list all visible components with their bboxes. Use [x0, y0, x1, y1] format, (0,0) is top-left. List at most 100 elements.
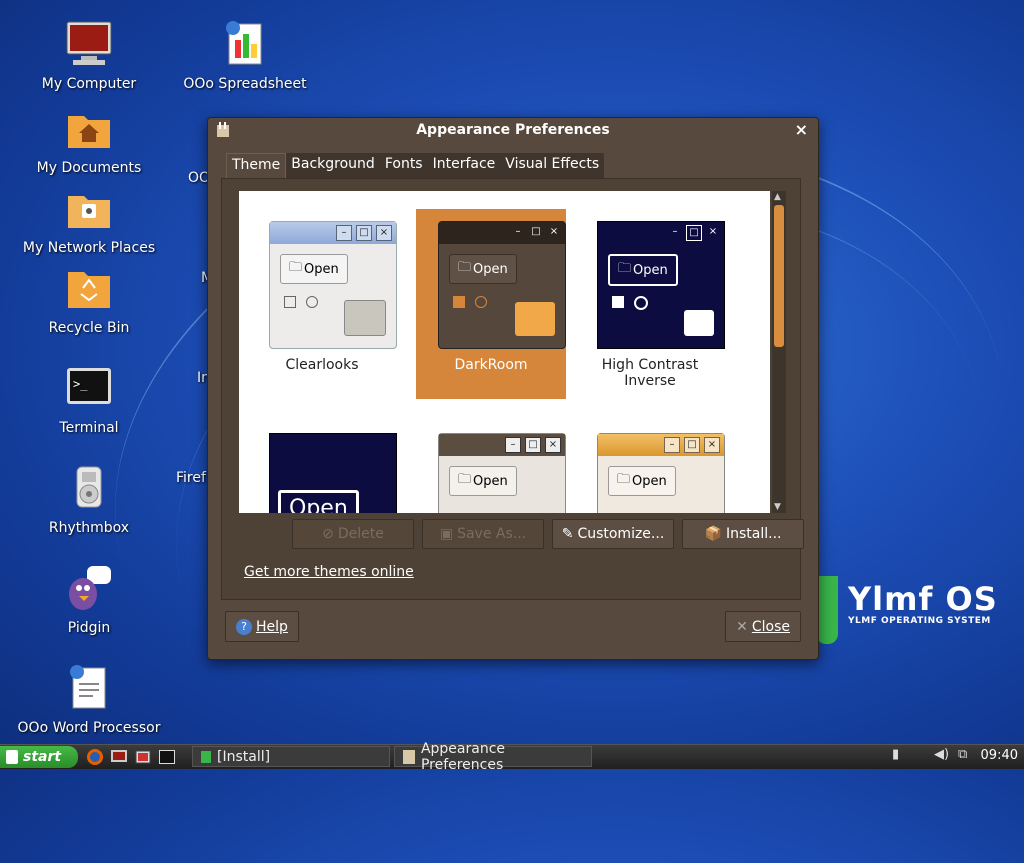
recycle-bin-icon — [68, 272, 110, 308]
folder-icon: 🗀 — [289, 260, 303, 275]
desktop-icon-my-documents[interactable]: My Documents — [14, 104, 164, 176]
preferences-icon — [403, 749, 415, 764]
desktop-icon-terminal[interactable]: >_ Terminal — [14, 364, 164, 436]
delete-button[interactable]: ⊘ Delete — [292, 519, 414, 549]
install-label: Install... — [725, 526, 782, 542]
theme-label: High Contrast Inverse — [601, 357, 699, 389]
folder-icon — [684, 310, 714, 336]
install-task-icon — [201, 750, 211, 763]
theme-preview: – □ × 🗀 Open — [269, 221, 397, 349]
show-desktop-icon[interactable] — [110, 748, 128, 766]
brand-title: Ylmf OS — [848, 580, 998, 618]
theme-list-scrollbar[interactable]: ▲ ▼ — [772, 191, 786, 513]
theme-item-clearlooks[interactable]: – □ × 🗀 Open Clearlooks — [247, 209, 397, 399]
theme-preview: – □ × 🗀 Open — [438, 433, 566, 513]
task-label: [Install] — [217, 748, 271, 765]
tab-visual-effects[interactable]: Visual Effects — [500, 153, 604, 178]
desktop-icon-label: Rhythmbox — [48, 520, 130, 536]
desktop-icon-my-computer[interactable]: My Computer — [14, 20, 164, 92]
clipboard-tray-icon[interactable]: ▮ — [892, 747, 899, 762]
window-switcher-icon[interactable] — [134, 748, 152, 766]
taskbar: start [Install] Appearance Preferences ▮… — [0, 741, 1024, 773]
desktop-icon-ooo-spreadsheet[interactable]: OOo Spreadsheet — [170, 20, 320, 92]
preview-window-buttons: – □ × — [668, 225, 720, 241]
package-icon: 📦 — [704, 526, 722, 542]
theme-preview: Open — [269, 433, 397, 513]
tab-interface[interactable]: Interface — [428, 153, 501, 178]
window-titlebar[interactable]: Appearance Preferences × — [208, 118, 818, 142]
help-button[interactable]: ? Help — [225, 611, 299, 642]
help-icon: ? — [236, 618, 252, 635]
desktop-icon-my-network-places[interactable]: My Network Places — [14, 184, 164, 256]
save-as-button[interactable]: ▣ Save As... — [422, 519, 544, 549]
desktop-icon-ooo-word-processor[interactable]: OOo Word Processor — [14, 664, 164, 736]
desktop-icon-recycle-bin[interactable]: Recycle Bin — [14, 264, 164, 336]
preview-radio — [634, 296, 648, 310]
tab-background[interactable]: Background — [286, 153, 380, 178]
preview-radio — [475, 296, 487, 308]
desktop-icon-label: My Documents — [36, 160, 142, 176]
close-button[interactable]: ✕ Close — [725, 611, 801, 642]
theme-label: DarkRoom — [454, 357, 528, 373]
scroll-up-icon[interactable]: ▲ — [774, 192, 781, 202]
close-icon: ✕ — [736, 618, 748, 635]
start-button[interactable]: start — [0, 746, 78, 768]
ylmf-logo-mark — [816, 576, 838, 644]
firefox-icon[interactable] — [86, 748, 104, 766]
volume-tray-icon[interactable]: ◀) — [934, 747, 949, 762]
tab-fonts[interactable]: Fonts — [380, 153, 428, 178]
taskbar-task-install[interactable]: [Install] — [192, 746, 390, 767]
theme-preview: – □ × 🗀 Open — [597, 433, 725, 513]
theme-item[interactable]: Open — [247, 421, 397, 513]
spreadsheet-icon — [226, 21, 262, 65]
save-as-label: Save As... — [457, 526, 527, 542]
folder-icon — [515, 302, 555, 336]
install-button[interactable]: 📦 Install... — [682, 519, 804, 549]
theme-preview: – □ × 🗀 Open — [597, 221, 725, 349]
theme-item[interactable]: – □ × 🗀 Open — [416, 421, 566, 513]
save-icon: ▣ — [439, 526, 454, 542]
desktop-icon-pidgin[interactable]: Pidgin — [14, 564, 164, 636]
preview-window-buttons: – □ × — [664, 437, 720, 453]
customize-label: Customize... — [577, 526, 665, 542]
scroll-down-icon[interactable]: ▼ — [774, 502, 781, 512]
terminal-icon[interactable] — [158, 748, 176, 766]
clock[interactable]: 09:40 — [981, 748, 1018, 763]
preview-window-buttons: – □ × — [505, 437, 561, 453]
preview-radio — [306, 296, 318, 308]
folder-icon: 🗀 — [458, 260, 472, 275]
word-processor-icon — [70, 665, 106, 709]
desktop-icon-label: OOo Word Processor — [17, 720, 161, 736]
preview-checkbox — [612, 296, 624, 308]
tab-theme[interactable]: Theme — [226, 153, 287, 179]
preview-open-button: 🗀 Open — [449, 254, 517, 284]
desktop-icon-label: Recycle Bin — [48, 320, 130, 336]
theme-item-darkroom[interactable]: – □ × 🗀 Open DarkRoom — [416, 209, 566, 399]
desktop-icon-rhythmbox[interactable]: Rhythmbox — [14, 464, 164, 536]
delete-icon: ⊘ — [322, 526, 334, 542]
theme-panel: – □ × 🗀 Open Clearlooks – □ × 🗀 Open Dar… — [221, 178, 804, 600]
theme-item-high-contrast-inverse[interactable]: – □ × 🗀 Open High Contrast Inverse — [575, 209, 725, 399]
get-more-themes-link[interactable]: Get more themes online — [244, 564, 414, 580]
theme-label: Clearlooks — [285, 357, 359, 373]
theme-item[interactable]: – □ × 🗀 Open — [575, 421, 725, 513]
theme-action-buttons: ⊘ Delete ▣ Save As... ✎ Customize... 📦 Insta… — [292, 519, 804, 549]
ylmf-brand: Ylmf OS YLMF OPERATING SYSTEM — [848, 580, 998, 626]
window-close-icon[interactable]: × — [795, 118, 808, 142]
window-title: Appearance Preferences — [416, 122, 610, 138]
preview-open-button: 🗀 Open — [449, 466, 517, 496]
preview-open-label: Open — [473, 261, 508, 277]
brand-subtitle: YLMF OPERATING SYSTEM — [848, 616, 991, 626]
computer-icon — [66, 21, 112, 65]
folder-icon — [344, 300, 386, 336]
svg-text:>_: >_ — [73, 377, 88, 391]
scrollbar-thumb[interactable] — [774, 205, 784, 347]
delete-label: Delete — [337, 526, 384, 542]
taskbar-task-appearance-preferences[interactable]: Appearance Preferences — [394, 741, 592, 773]
network-tray-icon[interactable]: ⧉ — [958, 747, 967, 762]
theme-list[interactable]: – □ × 🗀 Open Clearlooks – □ × 🗀 Open Dar… — [239, 191, 770, 513]
customize-button[interactable]: ✎ Customize... — [552, 519, 674, 549]
preview-open-button: Open — [278, 490, 359, 513]
preview-open-label: Open — [289, 496, 348, 513]
network-folder-icon — [68, 196, 110, 228]
